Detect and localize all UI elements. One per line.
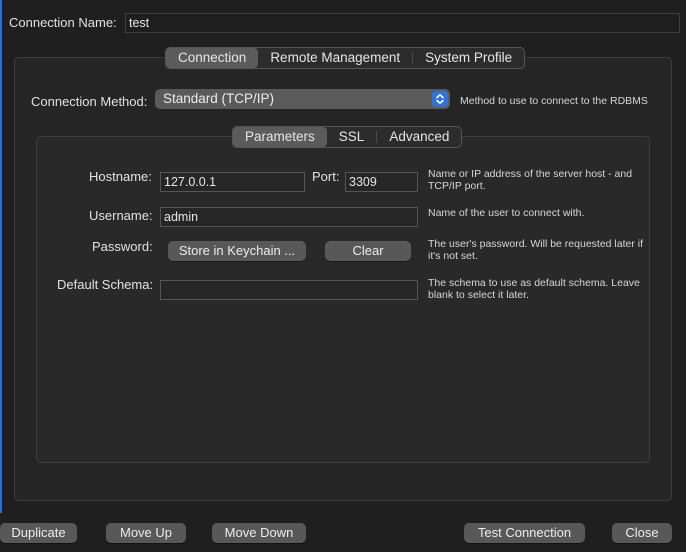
- connection-method-value: Standard (TCP/IP): [163, 91, 275, 106]
- port-input[interactable]: 3309: [345, 172, 418, 192]
- main-tab-bar: Connection Remote Management System Prof…: [165, 47, 526, 69]
- password-label: Password:: [92, 239, 153, 254]
- chevron-up-down-icon: [436, 94, 444, 104]
- username-help: Name of the user to connect with.: [428, 207, 585, 219]
- username-input[interactable]: admin: [160, 207, 418, 227]
- clear-password-button[interactable]: Clear: [325, 241, 411, 261]
- tab-remote-management[interactable]: Remote Management: [258, 48, 412, 68]
- tab-ssl[interactable]: SSL: [327, 127, 377, 147]
- duplicate-button[interactable]: Duplicate: [0, 523, 77, 543]
- close-button[interactable]: Close: [612, 523, 672, 543]
- move-down-button[interactable]: Move Down: [212, 523, 306, 543]
- tab-parameters[interactable]: Parameters: [233, 127, 327, 147]
- hostname-label: Hostname:: [89, 169, 152, 184]
- password-help: The user's password. Will be requested l…: [428, 238, 644, 262]
- username-label: Username:: [89, 208, 153, 223]
- default-schema-input[interactable]: [160, 280, 418, 300]
- tab-connection[interactable]: Connection: [166, 48, 259, 68]
- store-in-keychain-button[interactable]: Store in Keychain ...: [168, 241, 306, 261]
- hostname-help: Name or IP address of the server host - …: [428, 168, 633, 192]
- test-connection-button[interactable]: Test Connection: [464, 523, 585, 543]
- default-schema-label: Default Schema:: [57, 277, 154, 292]
- port-label: Port:: [312, 169, 340, 184]
- move-up-button[interactable]: Move Up: [106, 523, 186, 543]
- connection-name-label: Connection Name:: [9, 15, 117, 30]
- connection-name-input[interactable]: test: [125, 13, 680, 33]
- connection-method-label: Connection Method:: [31, 94, 148, 109]
- hostname-input[interactable]: 127.0.0.1: [160, 172, 305, 192]
- connection-method-help: Method to use to connect to the RDBMS: [460, 95, 648, 107]
- tab-advanced[interactable]: Advanced: [377, 127, 461, 147]
- selection-accent-bar: [0, 0, 2, 513]
- select-stepper: [432, 91, 448, 107]
- default-schema-help: The schema to use as default schema. Lea…: [428, 277, 640, 301]
- tab-system-profile[interactable]: System Profile: [413, 48, 524, 68]
- connection-method-select[interactable]: Standard (TCP/IP): [155, 89, 450, 109]
- sub-tab-bar: Parameters SSL Advanced: [232, 126, 463, 148]
